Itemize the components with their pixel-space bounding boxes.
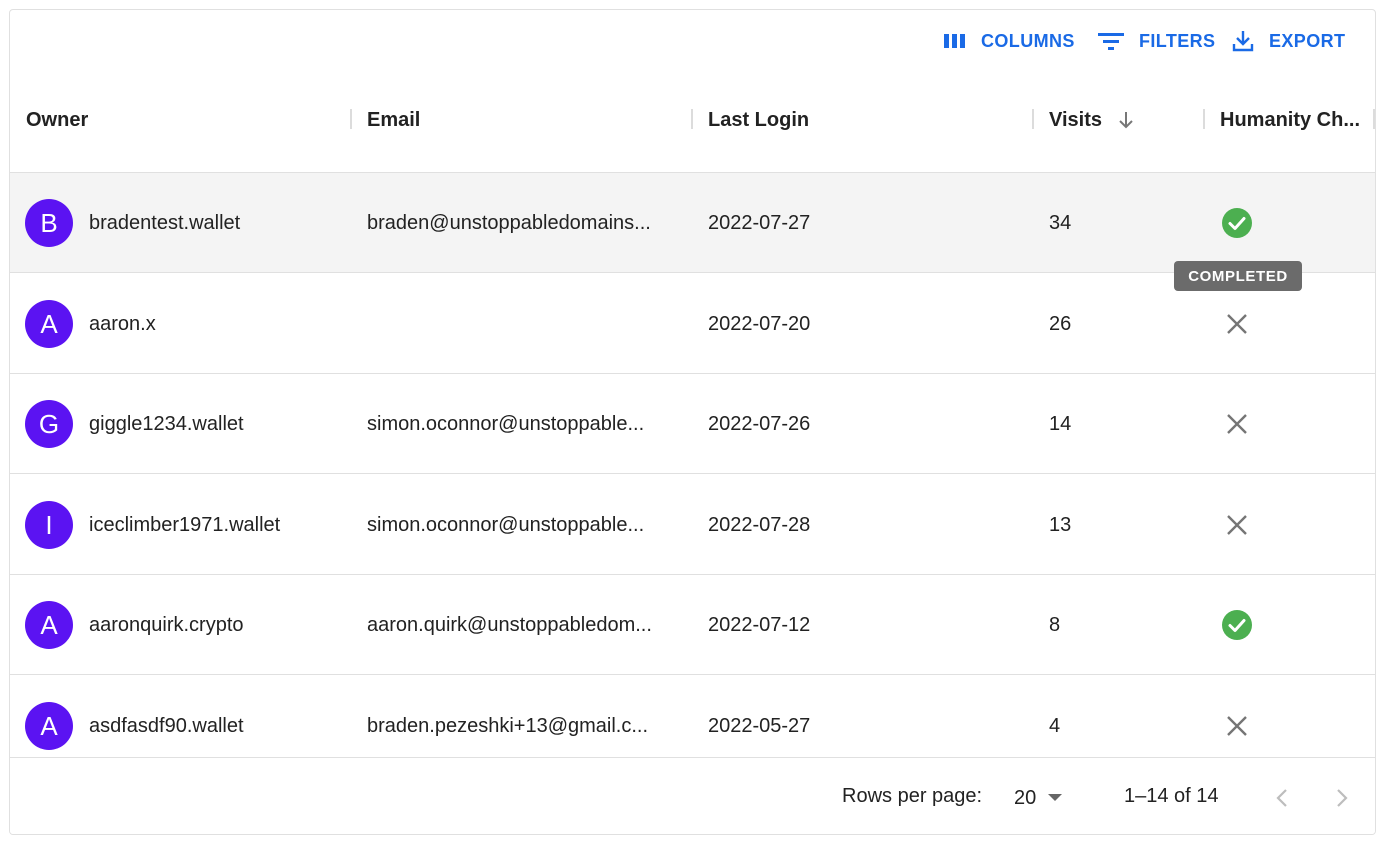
column-header-visits[interactable]: Visits: [1049, 90, 1136, 150]
owner-cell-text: giggle1234.wallet: [89, 412, 244, 435]
last-login-cell-text: 2022-07-28: [708, 513, 811, 536]
email-cell[interactable]: braden@unstoppabledomains...: [367, 173, 677, 273]
visits-cell[interactable]: 14: [1049, 374, 1199, 474]
avatar: B: [25, 199, 73, 247]
visits-cell[interactable]: 13: [1049, 475, 1199, 575]
column-header-last-login[interactable]: Last Login: [708, 90, 809, 150]
table-row[interactable]: Aaaron.x 2022-07-20 26: [10, 274, 1375, 374]
owner-cell[interactable]: bradentest.wallet: [89, 173, 339, 273]
last-login-cell-text: 2022-07-12: [708, 613, 811, 636]
email-cell-text: aaron.quirk@unstoppabledom...: [367, 613, 652, 636]
table-row[interactable]: Ggiggle1234.wallet simon.oconnor@unstoppa…: [10, 374, 1375, 474]
grid-toolbar: COLUMNS FILTERS EXPORT: [10, 10, 1375, 72]
last-login-cell[interactable]: 2022-07-28: [708, 475, 1008, 575]
last-login-cell-text: 2022-07-27: [708, 211, 811, 234]
email-cell-text: braden@unstoppabledomains...: [367, 211, 651, 234]
grid-footer: Rows per page: 20 1–14 of 14: [10, 757, 1375, 834]
last-login-cell-text: 2022-07-26: [708, 412, 811, 435]
avatar: A: [25, 702, 73, 750]
column-separator[interactable]: [350, 109, 352, 129]
avatar: I: [25, 501, 73, 549]
table-row[interactable]: Aaaronquirk.crypto aaron.quirk@unstoppabl…: [10, 575, 1375, 675]
last-login-cell[interactable]: 2022-07-26: [708, 374, 1008, 474]
visits-cell-text: 13: [1049, 513, 1072, 536]
owner-cell-text: aaronquirk.crypto: [89, 613, 244, 636]
visits-cell-text: 8: [1049, 613, 1061, 636]
owner-cell[interactable]: giggle1234.wallet: [89, 374, 339, 474]
previous-page-button[interactable]: [1268, 784, 1296, 812]
owner-cell[interactable]: aaronquirk.crypto: [89, 575, 339, 675]
download-icon: [1232, 31, 1254, 52]
table-row[interactable]: Iiceclimber1971.wallet simon.oconnor@unst…: [10, 475, 1375, 575]
owner-cell-text: aaron.x: [89, 312, 156, 335]
avatar: G: [25, 400, 73, 448]
last-login-cell-text: 2022-07-20: [708, 312, 811, 335]
email-cell-text: simon.oconnor@unstoppable...: [367, 513, 645, 536]
arrow-down-icon[interactable]: [1116, 110, 1136, 130]
data-grid: COLUMNS FILTERS EXPORT Owner Email Last …: [9, 9, 1376, 835]
email-cell-text: simon.oconnor@unstoppable...: [367, 412, 645, 435]
column-separator[interactable]: [1032, 109, 1034, 129]
column-header-humanity-check[interactable]: Humanity Ch...: [1220, 90, 1360, 150]
rows-per-page-select[interactable]: 20: [1014, 784, 1063, 812]
avatar: A: [25, 300, 73, 348]
visits-cell-text: 34: [1049, 211, 1072, 234]
column-header-email[interactable]: Email: [367, 90, 420, 150]
pagination-range: 1–14 of 14: [1124, 785, 1219, 807]
owner-cell-text: iceclimber1971.wallet: [89, 513, 281, 536]
email-cell[interactable]: simon.oconnor@unstoppable...: [367, 374, 677, 474]
last-login-cell[interactable]: 2022-07-27: [708, 173, 1008, 273]
chevron-right-icon: [1337, 789, 1348, 807]
chevron-left-icon: [1276, 789, 1287, 807]
export-label: EXPORT: [1269, 30, 1346, 51]
visits-cell[interactable]: 8: [1049, 575, 1199, 675]
column-separator[interactable]: [691, 109, 693, 129]
email-cell-text: braden.pezeshki+13@gmail.c...: [367, 714, 649, 737]
check-circle-icon: [1222, 610, 1252, 640]
filters-label: FILTERS: [1139, 30, 1216, 51]
rows-per-page-label: Rows per page:: [842, 785, 983, 807]
humanity-check-tooltip: COMPLETED: [1174, 261, 1302, 291]
visits-cell-text: 26: [1049, 312, 1072, 335]
columns-icon: [944, 34, 965, 48]
filter-icon: [1098, 33, 1124, 50]
visits-cell[interactable]: 34: [1049, 173, 1199, 273]
column-separator[interactable]: [1203, 109, 1205, 129]
email-cell[interactable]: aaron.quirk@unstoppabledom...: [367, 575, 677, 675]
rows-per-page-value: 20: [1014, 786, 1037, 809]
visits-cell-text: 14: [1049, 412, 1072, 435]
close-icon: [1222, 409, 1252, 439]
visits-cell-text: 4: [1049, 714, 1061, 737]
email-cell[interactable]: [367, 274, 677, 374]
export-button[interactable]: EXPORT: [1231, 28, 1345, 54]
column-header-row: Owner Email Last Login Visits Humanity C…: [10, 90, 1375, 173]
last-login-cell[interactable]: 2022-07-20: [708, 274, 1008, 374]
check-circle-icon: [1222, 208, 1252, 238]
email-cell[interactable]: simon.oconnor@unstoppable...: [367, 475, 677, 575]
owner-cell[interactable]: aaron.x: [89, 274, 339, 374]
columns-label: COLUMNS: [981, 30, 1075, 51]
next-page-button[interactable]: [1328, 784, 1356, 812]
filters-button[interactable]: FILTERS: [1097, 28, 1215, 54]
columns-button[interactable]: COLUMNS: [943, 28, 1075, 54]
column-separator[interactable]: [1373, 109, 1375, 129]
close-icon: [1222, 711, 1252, 741]
owner-cell-text: asdfasdf90.wallet: [89, 714, 244, 737]
column-header-owner[interactable]: Owner: [26, 90, 88, 150]
last-login-cell-text: 2022-05-27: [708, 714, 811, 737]
avatar: A: [25, 601, 73, 649]
owner-cell[interactable]: iceclimber1971.wallet: [89, 475, 339, 575]
table-row[interactable]: Bbradentest.wallet braden@unstoppabledoma…: [10, 173, 1375, 273]
close-icon: [1222, 510, 1252, 540]
caret-down-icon: [1048, 794, 1063, 801]
owner-cell-text: bradentest.wallet: [89, 211, 241, 234]
close-icon: [1222, 309, 1252, 339]
last-login-cell[interactable]: 2022-07-12: [708, 575, 1008, 675]
